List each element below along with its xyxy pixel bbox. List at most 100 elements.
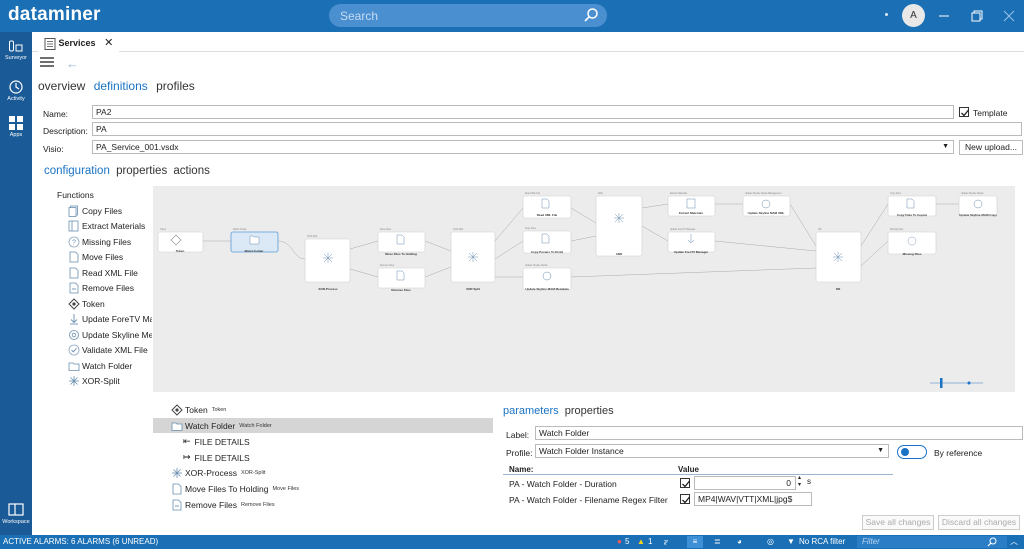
tab-services[interactable]: Services ✕ bbox=[38, 34, 120, 52]
label-field[interactable]: Watch Folder bbox=[535, 426, 1023, 440]
rail-item-apps[interactable]: Apps bbox=[0, 115, 32, 138]
function-item[interactable]: Move Files bbox=[68, 250, 152, 266]
tab-configuration[interactable]: configuration bbox=[44, 165, 110, 177]
discard-all-button[interactable]: Discard all changes bbox=[938, 515, 1020, 530]
pie-icon[interactable]: ◕ bbox=[737, 536, 742, 548]
function-item[interactable]: Remove Files bbox=[68, 281, 152, 297]
search-icon[interactable] bbox=[583, 7, 599, 23]
diagram-node[interactable]: Update Skyline Media Update Skyline MAM … bbox=[522, 264, 572, 291]
avatar[interactable]: A bbox=[902, 4, 925, 27]
function-item[interactable]: Copy Files bbox=[68, 203, 152, 219]
list-icon[interactable]: ≡ bbox=[687, 536, 703, 548]
function-item[interactable]: Token bbox=[68, 296, 152, 312]
save-all-button[interactable]: Save all changes bbox=[862, 515, 934, 530]
diagram-node[interactable]: Copy Files Copy Files To Cepols bbox=[887, 193, 937, 217]
chevron-up-icon[interactable]: ︿ bbox=[1010, 536, 1018, 548]
zoom-handle[interactable] bbox=[940, 378, 943, 388]
function-item[interactable]: ? Missing Files bbox=[68, 234, 152, 250]
diagram-node[interactable]: Update ForeTV Manager Update ForeTV Mana… bbox=[667, 228, 716, 254]
back-arrow-icon[interactable]: ← bbox=[66, 56, 79, 71]
visio-value: PA_Service_001.vsdx bbox=[96, 142, 179, 152]
warning-count[interactable]: 1 bbox=[648, 536, 652, 548]
workflow-diagram[interactable]: Token Token Watch Folder Watch Folder XO… bbox=[153, 186, 1015, 392]
diagram-node[interactable]: Move Files Move Files To Holding bbox=[377, 229, 426, 256]
tree-row-selected[interactable]: Watch Folder Watch Folder bbox=[153, 418, 493, 433]
function-label: Extract Materials bbox=[82, 221, 146, 232]
diagram-node[interactable]: Extract Materials Extract Materials bbox=[667, 192, 716, 217]
new-upload-button[interactable]: New upload... bbox=[959, 140, 1023, 155]
profile-select[interactable]: Watch Folder Instance ▼ bbox=[535, 444, 889, 458]
diagram-node[interactable]: Copy Files Copy Posters To Drobi bbox=[522, 228, 572, 254]
diagram-node[interactable]: Update Skyline Media Management Update S… bbox=[742, 192, 791, 217]
visio-select[interactable]: PA_Service_001.vsdx ▼ bbox=[92, 140, 954, 154]
param-enabled-checkbox[interactable] bbox=[680, 494, 691, 504]
function-item[interactable]: Read XML File bbox=[68, 265, 152, 281]
diagram-node[interactable]: XOR-Split XOR Split bbox=[450, 228, 496, 291]
chart-icon[interactable]: ⦫ bbox=[664, 536, 668, 548]
workspace-icon bbox=[8, 503, 24, 516]
template-checkbox[interactable] bbox=[959, 107, 970, 117]
tree-row[interactable]: Move Files To Holding Move Files bbox=[153, 481, 493, 496]
target-icon[interactable]: ◎ bbox=[767, 536, 774, 548]
svg-text:Update ForeTV Manager: Update ForeTV Manager bbox=[670, 228, 696, 231]
tree-row[interactable]: ↦ FILE DETAILS bbox=[153, 450, 493, 465]
file-icon bbox=[69, 251, 79, 263]
param-enabled-checkbox[interactable] bbox=[680, 478, 691, 488]
name-field[interactable]: PA2 bbox=[92, 105, 954, 119]
warning-icon: ▲ bbox=[637, 537, 645, 546]
diagram-node[interactable]: AND AND bbox=[595, 192, 643, 257]
tab-parameters[interactable]: parameters bbox=[503, 405, 559, 417]
svg-text:Read XML File: Read XML File bbox=[525, 193, 541, 195]
function-item[interactable]: Validate XML File bbox=[68, 343, 152, 359]
diagram-node[interactable]: Read XML File Read XML File bbox=[522, 193, 572, 219]
critical-count[interactable]: 5 bbox=[625, 536, 629, 548]
rail-item-activity[interactable]: Activity bbox=[0, 79, 32, 102]
minimize-icon[interactable] bbox=[936, 8, 952, 24]
rail-item-workspace[interactable]: Workspace bbox=[0, 502, 32, 525]
description-field[interactable]: PA bbox=[92, 122, 1022, 136]
filter-funnel-icon[interactable]: ▼ bbox=[787, 536, 795, 548]
filter-input[interactable]: Filter bbox=[857, 536, 1007, 548]
tree-row[interactable]: Token Token bbox=[153, 402, 493, 417]
function-item[interactable]: Watch Folder bbox=[68, 358, 152, 374]
workflow-canvas[interactable]: Token Token Watch Folder Watch Folder XO… bbox=[153, 186, 1015, 392]
duration-input[interactable]: 0 bbox=[694, 476, 796, 490]
tab-profiles[interactable]: profiles bbox=[156, 79, 195, 93]
diagram-node[interactable]: OR OR bbox=[815, 229, 862, 291]
function-item[interactable]: XOR-Split bbox=[68, 374, 152, 390]
stepper-icon[interactable]: ▴ ▾ bbox=[798, 475, 801, 489]
close-window-icon[interactable] bbox=[1001, 8, 1017, 24]
active-alarms-text[interactable]: ACTIVE ALARMS: 6 ALARMS (6 UNREAD) bbox=[3, 537, 158, 546]
search-icon[interactable] bbox=[987, 537, 997, 547]
restore-icon[interactable] bbox=[969, 8, 985, 24]
arrow-out-icon: ↦ bbox=[183, 452, 191, 462]
rca-filter-label[interactable]: No RCA filter bbox=[799, 536, 845, 548]
rail-item-surveyor[interactable]: Surveyor bbox=[0, 38, 32, 61]
tab-actions[interactable]: actions bbox=[173, 165, 209, 177]
diagram-node[interactable]: Missing Files Missing Files bbox=[887, 229, 937, 256]
diagram-node[interactable]: XOR-Split XOR-Process bbox=[304, 235, 351, 291]
tab-overview[interactable]: overview bbox=[38, 79, 85, 93]
by-reference-toggle[interactable] bbox=[897, 445, 927, 459]
diagram-node[interactable]: Token Token bbox=[157, 229, 204, 253]
tree-row[interactable]: ⇤ FILE DETAILS bbox=[153, 434, 493, 449]
rail-label: Surveyor bbox=[4, 55, 27, 61]
diagram-node[interactable]: Update Skyline Media Update Skyline MAM … bbox=[958, 192, 998, 217]
diagram-node[interactable]: Remove Files Remove Files bbox=[377, 265, 426, 292]
diagram-node-selected[interactable]: Watch Folder Watch Folder bbox=[230, 228, 279, 253]
zoom-slider[interactable] bbox=[930, 378, 983, 388]
hamburger-icon[interactable] bbox=[40, 57, 54, 67]
tab-param-properties[interactable]: properties bbox=[565, 405, 614, 417]
tree-row[interactable]: Remove Files Remove Files bbox=[153, 497, 493, 512]
tab-properties[interactable]: properties bbox=[116, 165, 167, 177]
function-item[interactable]: Update ForeTV Man bbox=[68, 312, 152, 328]
sort-icon[interactable]: ≣ bbox=[714, 536, 721, 548]
close-icon[interactable]: ✕ bbox=[104, 37, 113, 49]
regex-filter-input[interactable]: MP4|WAV|VTT|XML|jpg$ bbox=[694, 492, 812, 506]
function-item[interactable]: Update Skyline Med bbox=[68, 327, 152, 343]
function-item[interactable]: Extract Materials bbox=[68, 219, 152, 235]
tab-definitions[interactable]: definitions bbox=[94, 79, 148, 93]
tree-row[interactable]: XOR-Process XOR-Split bbox=[153, 465, 493, 480]
search-box[interactable]: Search bbox=[329, 4, 607, 27]
param-tabs: parameters properties bbox=[503, 405, 617, 417]
